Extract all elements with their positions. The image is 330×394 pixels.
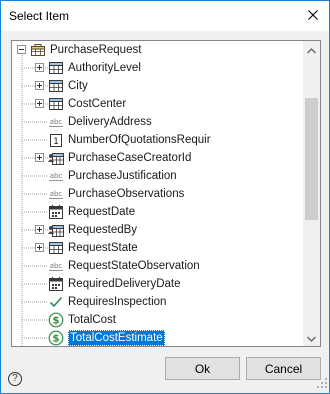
help-icon: ?: [12, 373, 18, 384]
text-type-icon: abc: [48, 258, 64, 274]
tree-node-label: RequestState: [68, 242, 138, 254]
date-type-icon: [48, 276, 64, 292]
tree-root-node[interactable]: PurchaseRequest: [12, 41, 304, 59]
tree-node-label: RequiredDeliveryDate: [68, 278, 181, 290]
tree-node[interactable]: 1 NumberOfQuotationsRequir: [12, 131, 304, 149]
tree-node-label: TotalCost: [68, 314, 116, 326]
entity-table-icon: [48, 96, 64, 112]
tree-node-label: CostCenter: [68, 98, 127, 110]
close-icon: [308, 9, 318, 23]
help-button[interactable]: ?: [8, 372, 22, 386]
text-type-icon: abc: [48, 168, 64, 184]
svg-text:abc: abc: [50, 262, 63, 270]
tree-node[interactable]: RequiresInspection: [12, 293, 304, 311]
text-type-icon: abc: [48, 186, 64, 202]
expand-icon[interactable]: [35, 99, 44, 108]
tree-node[interactable]: abc RequestStateObservation: [12, 257, 304, 275]
tree-node-label: City: [68, 80, 88, 92]
tree-node[interactable]: AuthorityLevel: [12, 59, 304, 77]
window-title: Select Item: [9, 9, 70, 23]
svg-text:abc: abc: [50, 118, 63, 126]
tree-node[interactable]: abc PurchaseJustification: [12, 167, 304, 185]
chevron-down-icon: [307, 331, 316, 345]
text-type-icon: abc: [48, 114, 64, 130]
currency-type-icon: $: [48, 330, 64, 346]
currency-type-icon: $: [48, 312, 64, 328]
tree-node-label: PurchaseRequest: [50, 44, 142, 56]
tree-node-label: TotalCostEstimate: [68, 330, 165, 346]
expand-icon[interactable]: [35, 225, 44, 234]
entity-table-icon: [48, 78, 64, 94]
entity-table-icon: [48, 240, 64, 256]
tree-node[interactable]: abc PurchaseObservations: [12, 185, 304, 203]
tree-node[interactable]: City: [12, 77, 304, 95]
tree-node-label: RequestStateObservation: [68, 260, 200, 272]
tree-node[interactable]: CostCenter: [12, 95, 304, 113]
cancel-button[interactable]: Cancel: [246, 357, 321, 380]
tree-node-label: PurchaseCaseCreatorId: [68, 152, 192, 164]
tree-node-label: RequiresInspection: [68, 296, 167, 308]
svg-text:$: $: [53, 316, 60, 327]
svg-text:1: 1: [53, 137, 59, 147]
expand-icon[interactable]: [35, 153, 44, 162]
item-tree-panel: PurchaseRequest AuthorityLevel City CostCen…: [11, 40, 321, 347]
entity-icon: [30, 42, 46, 58]
svg-text:$: $: [53, 334, 60, 345]
tree-node[interactable]: $ TotalCostEstimate: [12, 329, 304, 346]
entity-table-icon: [48, 60, 64, 76]
vertical-scrollbar[interactable]: [303, 41, 320, 346]
item-tree[interactable]: PurchaseRequest AuthorityLevel City CostCen…: [12, 41, 304, 346]
tree-node[interactable]: RequiredDeliveryDate: [12, 275, 304, 293]
tree-node[interactable]: RequestDate: [12, 203, 304, 221]
ok-button[interactable]: Ok: [165, 357, 240, 380]
collapse-icon[interactable]: [17, 45, 26, 54]
scroll-up-button[interactable]: [303, 41, 320, 58]
chevron-up-icon: [307, 43, 316, 57]
expand-icon[interactable]: [35, 243, 44, 252]
expand-icon[interactable]: [35, 81, 44, 90]
tree-node[interactable]: $ TotalCost: [12, 311, 304, 329]
integer-type-icon: 1: [48, 132, 64, 148]
scroll-down-button[interactable]: [303, 329, 320, 346]
tree-node-label: DeliveryAddress: [68, 116, 152, 128]
tree-node[interactable]: RequestedBy: [12, 221, 304, 239]
date-type-icon: [48, 204, 64, 220]
svg-text:abc: abc: [50, 172, 63, 180]
user-table-icon: [48, 150, 64, 166]
title-bar[interactable]: Select Item: [1, 1, 329, 31]
resize-grip-icon[interactable]: [317, 377, 327, 391]
tree-node-label: RequestedBy: [68, 224, 138, 236]
scroll-thumb[interactable]: [305, 98, 318, 220]
tree-node-label: RequestDate: [68, 206, 136, 218]
tree-node-label: AuthorityLevel: [68, 62, 141, 74]
close-button[interactable]: [297, 1, 329, 31]
svg-text:abc: abc: [50, 190, 63, 198]
select-item-dialog: Select Item PurchaseRequest AuthorityLeve…: [0, 0, 330, 394]
tree-node-label: PurchaseJustification: [68, 170, 177, 182]
boolean-check-icon: [48, 294, 64, 310]
tree-node[interactable]: PurchaseCaseCreatorId: [12, 149, 304, 167]
user-table-icon: [48, 222, 64, 238]
expand-icon[interactable]: [35, 63, 44, 72]
tree-node-label: PurchaseObservations: [68, 188, 185, 200]
tree-node[interactable]: abc DeliveryAddress: [12, 113, 304, 131]
tree-node-label: NumberOfQuotationsRequir: [68, 134, 211, 146]
tree-node[interactable]: RequestState: [12, 239, 304, 257]
